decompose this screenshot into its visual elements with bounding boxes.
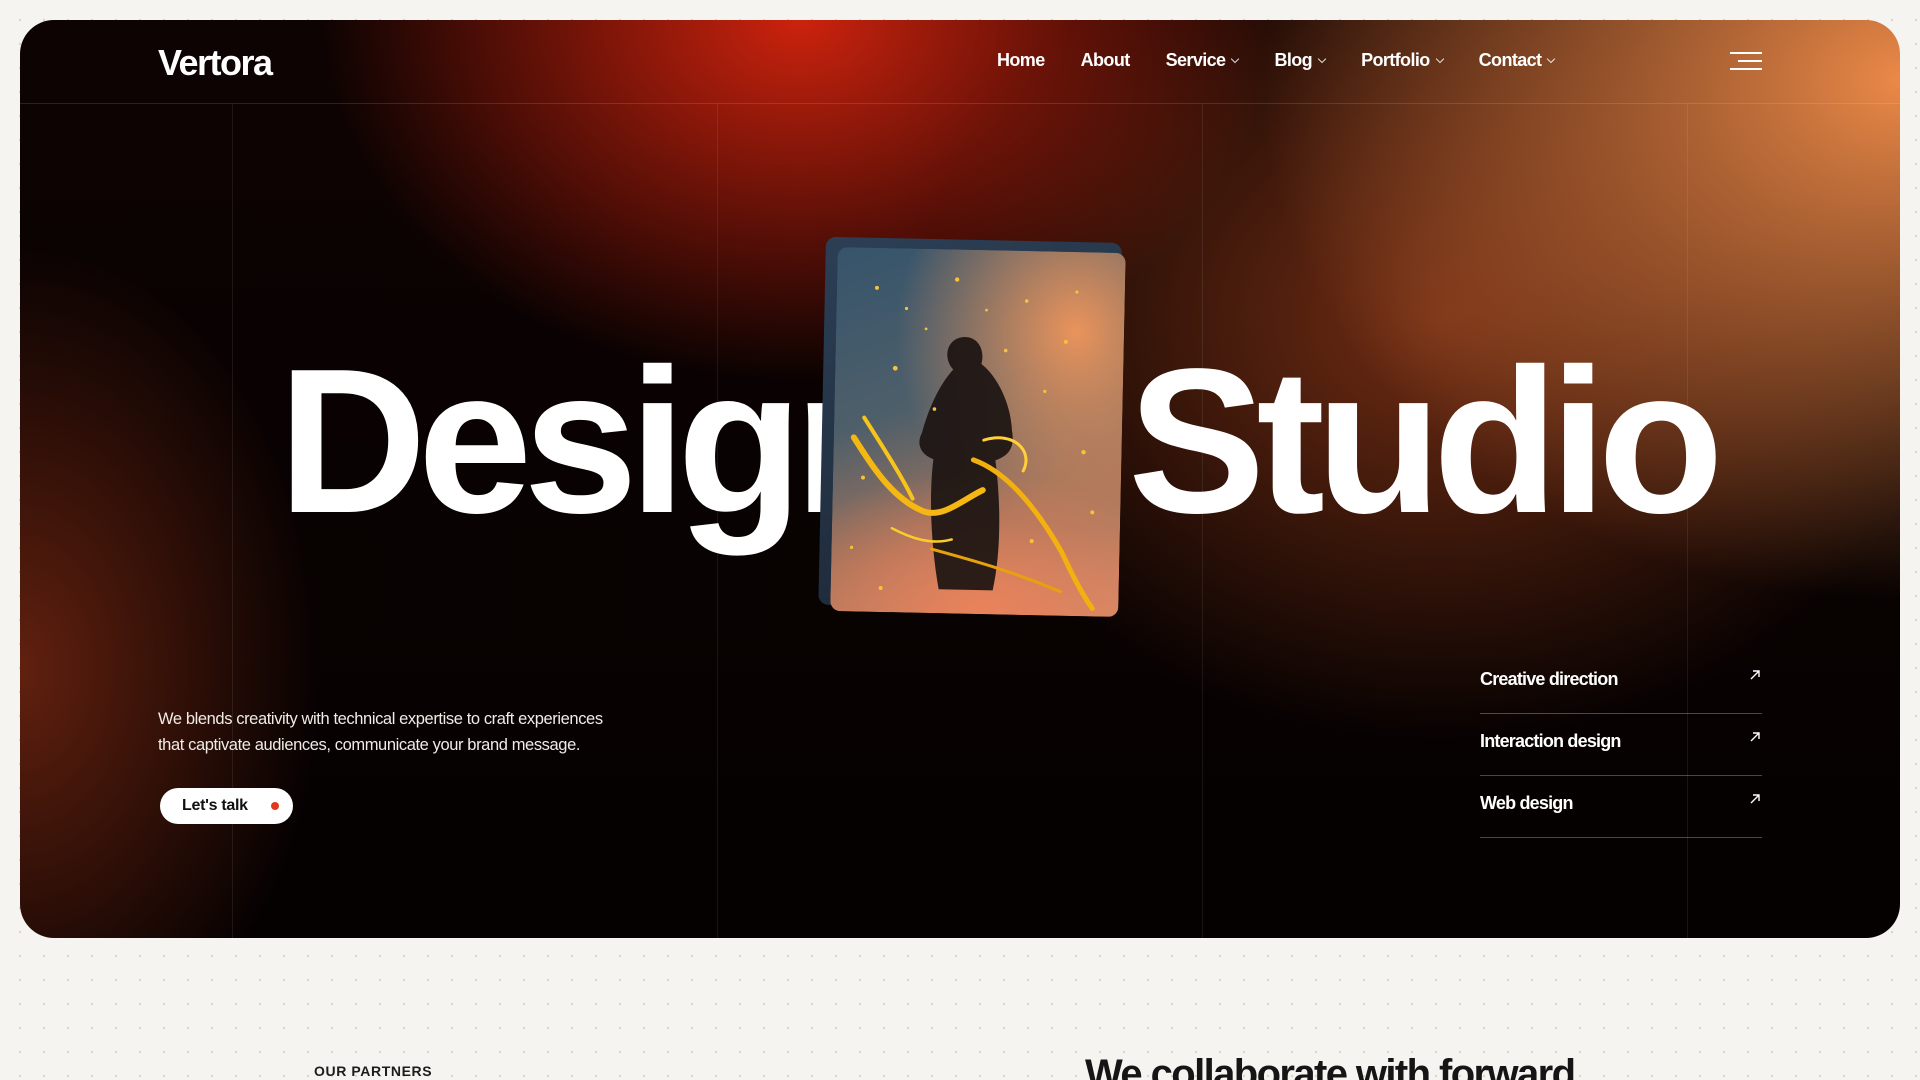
services-list: Creative direction Interaction design We… (1480, 652, 1762, 838)
nav-item-portfolio[interactable]: Portfolio (1361, 50, 1444, 71)
lets-talk-label: Let's talk (182, 797, 248, 814)
nav-item-contact[interactable]: Contact (1478, 50, 1556, 71)
service-item-interaction-design[interactable]: Interaction design (1480, 714, 1762, 776)
nav-item-home[interactable]: Home (997, 50, 1045, 71)
hero-description-line: that captivate audiences, communicate yo… (158, 736, 581, 754)
hero-image (818, 236, 1130, 617)
status-dot-icon (271, 802, 279, 810)
chevron-down-icon (1231, 54, 1240, 64)
partners-label: OUR PARTNERS (314, 1063, 433, 1079)
partners-heading: We collaborate with forward (1085, 1052, 1576, 1080)
hero-image-art (849, 277, 1095, 611)
nav-divider (20, 103, 1900, 104)
lets-talk-button[interactable]: Let's talk (160, 788, 293, 824)
service-item-creative-direction[interactable]: Creative direction (1480, 652, 1762, 714)
arrow-up-right-icon (1750, 794, 1760, 804)
menu-line (1738, 60, 1762, 62)
arrow-up-right-icon (1750, 670, 1760, 680)
arrow-up-right-icon (1750, 732, 1760, 742)
nav-item-label: Contact (1478, 50, 1542, 70)
hero-title-studio: Studio (1128, 326, 1724, 556)
menu-line (1730, 68, 1762, 70)
nav-item-label: Blog (1274, 50, 1313, 70)
nav-item-about[interactable]: About (1080, 50, 1131, 71)
hero-description-line: We blends creativity with technical expe… (158, 710, 603, 728)
chevron-down-icon (1317, 54, 1327, 64)
hero-section: Vertora Home About Service Blog Portfoli… (20, 20, 1900, 938)
nav-item-label: Service (1165, 50, 1226, 70)
hero-image-photo (830, 247, 1126, 617)
service-item-web-design[interactable]: Web design (1480, 776, 1762, 838)
service-label: Creative direction (1480, 669, 1618, 689)
nav-item-label: Portfolio (1361, 50, 1430, 70)
menu-line (1730, 52, 1762, 54)
brand-logo[interactable]: Vertora (158, 42, 273, 84)
hero-title-design: Design (278, 326, 920, 556)
hamburger-menu-icon[interactable] (1728, 50, 1762, 74)
nav-item-label: Home (997, 50, 1045, 70)
chevron-down-icon (1435, 54, 1444, 64)
service-label: Interaction design (1480, 731, 1621, 751)
main-nav: Home About Service Blog Portfolio Contac… (997, 50, 1590, 71)
service-label: Web design (1480, 793, 1573, 813)
nav-item-label: About (1080, 50, 1131, 70)
chevron-down-icon (1547, 54, 1556, 64)
nav-item-service[interactable]: Service (1165, 50, 1240, 71)
hero-description: We blends creativity with technical expe… (158, 706, 678, 758)
nav-item-blog[interactable]: Blog (1274, 50, 1327, 71)
